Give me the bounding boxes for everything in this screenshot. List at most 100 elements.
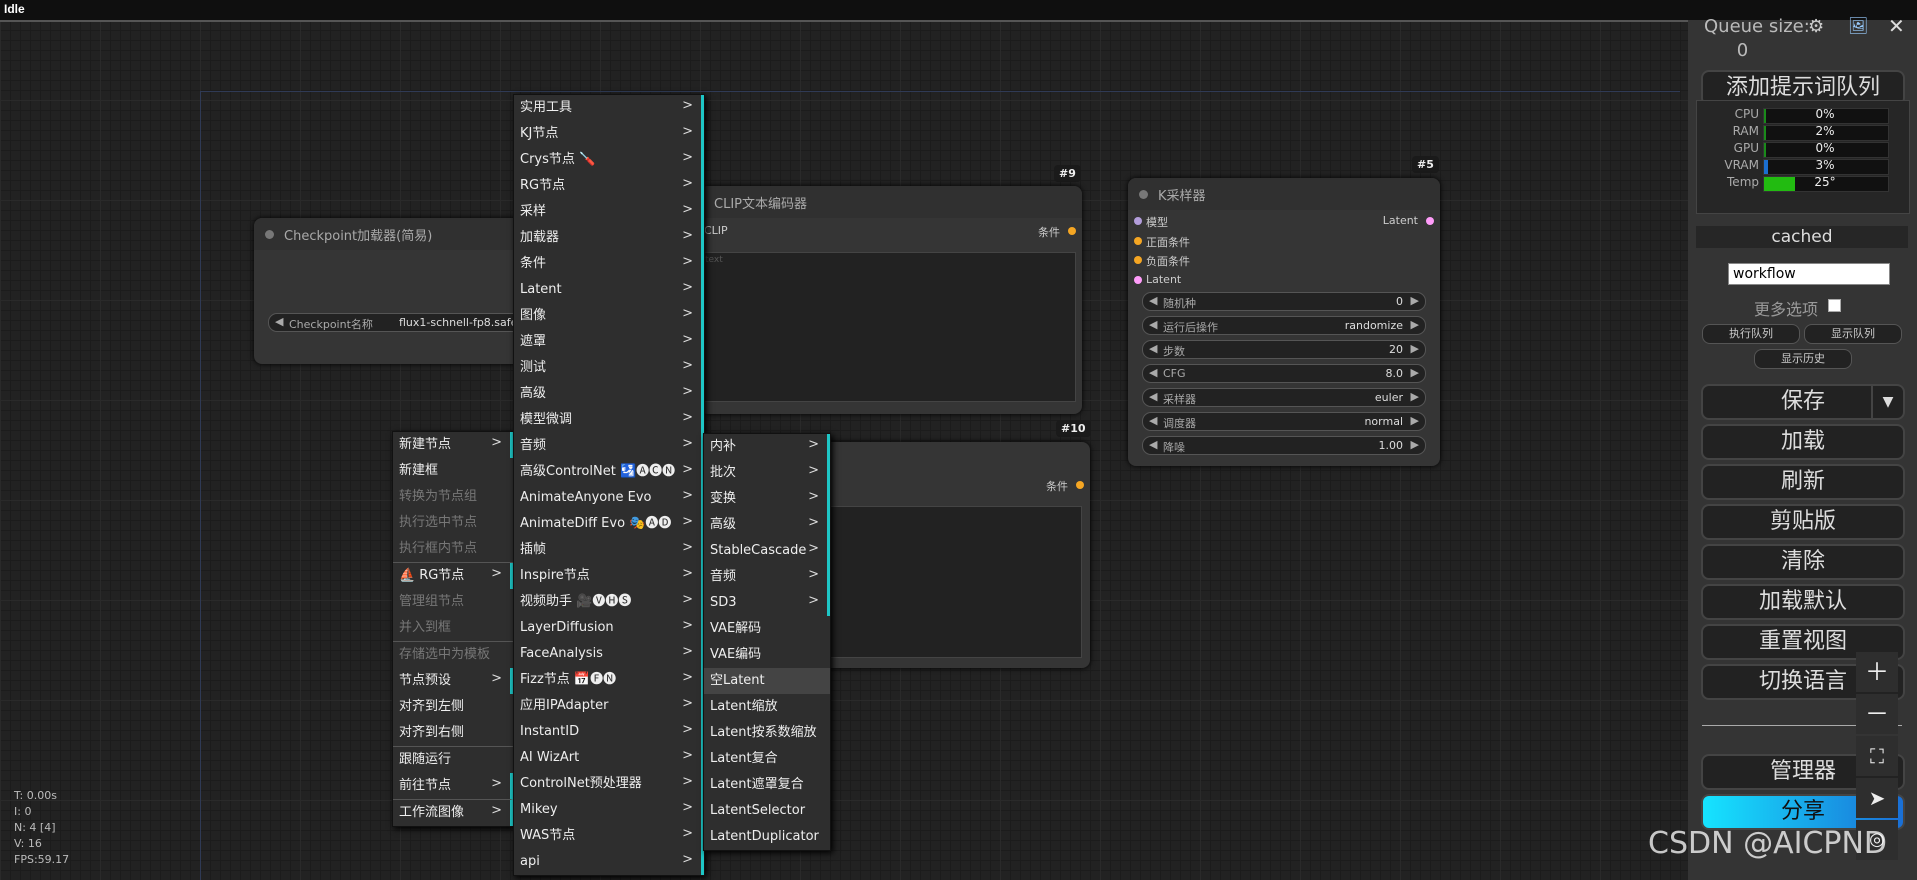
node-header[interactable]: Checkpoint加载器(简易) <box>254 218 524 250</box>
arrow-right-icon[interactable]: ▶ <box>1411 438 1419 451</box>
latent-node-item[interactable]: Latent按系数缩放 <box>704 720 830 746</box>
denoise-widget[interactable]: ◀ 降噪 1.00 ▶ <box>1142 436 1426 455</box>
arrow-right-icon[interactable]: ▶ <box>1411 318 1419 331</box>
node-category-item[interactable]: Latent > <box>514 277 704 303</box>
latent-node-item[interactable]: StableCascade > <box>704 538 830 564</box>
checkpoint-name-widget[interactable]: ◀ Checkpoint名称 flux1-schnell-fp8.safe <box>268 313 524 332</box>
show-queue-button[interactable]: 显示队列 <box>1804 324 1902 344</box>
context-menu-item[interactable]: 新建框 <box>393 458 513 484</box>
node-category-item[interactable]: KJ节点 > <box>514 121 704 147</box>
steps-widget[interactable]: ◀ 步数 20 ▶ <box>1142 340 1426 359</box>
latent-node-item[interactable]: 高级 > <box>704 512 830 538</box>
latent-node-item[interactable]: 音频 > <box>704 564 830 590</box>
context-menu-item[interactable]: 前往节点 > <box>393 773 513 800</box>
checkpoint-loader-node[interactable]: Checkpoint加载器(简易) ◀ Checkpoint名称 flux1-s… <box>254 218 524 364</box>
arrow-left-icon[interactable]: ◀ <box>1149 342 1157 355</box>
arrow-left-icon[interactable]: ◀ <box>1149 438 1157 451</box>
refresh-button[interactable]: 刷新 <box>1701 464 1905 500</box>
node-header[interactable]: CLIP文本编码器 <box>700 186 1082 218</box>
latent-node-item[interactable]: VAE解码 <box>704 616 830 642</box>
node-category-item[interactable]: 视频助手 🎥🅥🅗🅢 > <box>514 589 704 615</box>
latent-node-item[interactable]: Latent复合 <box>704 746 830 772</box>
arrow-left-icon[interactable]: ◀ <box>1149 414 1157 427</box>
node-header[interactable]: K采样器 <box>1128 178 1440 210</box>
arrow-right-icon[interactable]: ▶ <box>1411 342 1419 355</box>
node-category-item[interactable]: LayerDiffusion > <box>514 615 704 641</box>
save-button[interactable]: 保存 ▼ <box>1701 384 1905 420</box>
gear-icon[interactable]: ⚙ <box>1808 16 1824 37</box>
output-slot[interactable] <box>1068 227 1076 235</box>
node-category-item[interactable]: AnimateDiff Evo 🎭🅐🅓 > <box>514 511 704 537</box>
node-category-item[interactable]: 插帧 > <box>514 537 704 563</box>
node-collapse-dot[interactable] <box>265 230 274 239</box>
prompt-textarea[interactable]: text <box>702 252 1076 402</box>
node-category-item[interactable]: 模型微调 > <box>514 407 704 433</box>
node-category-item[interactable]: api > <box>514 849 704 875</box>
run-queue-button[interactable]: 执行队列 <box>1702 324 1800 344</box>
latent-node-item[interactable]: LatentDuplicator <box>704 824 830 850</box>
arrow-right-icon[interactable]: ▶ <box>1411 414 1419 427</box>
arrow-right-icon[interactable]: ▶ <box>1411 366 1419 379</box>
latent-node-item[interactable]: 批次 > <box>704 460 830 486</box>
chevron-down-icon[interactable]: ▼ <box>1871 386 1903 418</box>
node-category-item[interactable]: WAS节点 > <box>514 823 704 849</box>
arrow-right-icon[interactable]: ▶ <box>1411 294 1419 307</box>
arrow-left-icon[interactable]: ◀ <box>1149 318 1157 331</box>
arrow-left-icon[interactable]: ◀ <box>275 315 283 328</box>
context-menu-item[interactable]: 对齐到左侧 <box>393 694 513 720</box>
clear-button[interactable]: 清除 <box>1701 544 1905 580</box>
latent-node-item[interactable]: 空Latent <box>704 668 830 694</box>
graph-canvas[interactable] <box>0 0 1917 880</box>
node-category-item[interactable]: 高级 > <box>514 381 704 407</box>
node-category-item[interactable]: AI WizArt > <box>514 745 704 771</box>
arrow-left-icon[interactable]: ◀ <box>1149 294 1157 307</box>
show-history-button[interactable]: 显示历史 <box>1754 349 1852 369</box>
node-category-item[interactable]: Mikey > <box>514 797 704 823</box>
output-slot[interactable] <box>1076 481 1084 489</box>
image-icon[interactable]: 🖼 <box>1848 16 1868 35</box>
zoom-out-icon[interactable]: － <box>1856 694 1898 734</box>
node-category-item[interactable]: AnimateAnyone Evo > <box>514 485 704 511</box>
context-menu-item[interactable]: 节点预设 > <box>393 668 513 694</box>
clip-text-encode-node[interactable]: CLIP文本编码器 CLIP 条件 text <box>700 186 1082 414</box>
node-category-item[interactable]: InstantID > <box>514 719 704 745</box>
node-category-item[interactable]: 测试 > <box>514 355 704 381</box>
node-collapse-dot[interactable] <box>1139 190 1148 199</box>
node-category-item[interactable]: 高级ControlNet 🛂🅐🅒🅝 > <box>514 459 704 485</box>
positive-input-slot[interactable] <box>1134 237 1142 245</box>
ksampler-node[interactable]: K采样器 模型 正面条件 负面条件 Latent Latent ◀ 随机种 0 ▶ ◀… <box>1128 178 1440 466</box>
latent-node-item[interactable]: 内补 > <box>704 434 830 460</box>
sampler-widget[interactable]: ◀ 采样器 euler ▶ <box>1142 388 1426 407</box>
arrow-left-icon[interactable]: ◀ <box>1149 390 1157 403</box>
node-category-item[interactable]: FaceAnalysis > <box>514 641 704 667</box>
node-category-item[interactable]: Inspire节点 > <box>514 563 704 589</box>
negative-input-slot[interactable] <box>1134 256 1142 264</box>
latent-node-item[interactable]: Latent缩放 <box>704 694 830 720</box>
node-category-item[interactable]: Fizz节点 📅🅕🅝 > <box>514 667 704 693</box>
context-menu-item[interactable]: 跟随运行 <box>393 747 513 773</box>
node-category-item[interactable]: 音频 > <box>514 433 704 459</box>
context-menu-item[interactable]: 工作流图像 > <box>393 800 513 826</box>
context-menu-item[interactable]: ⛵ RG节点 > <box>393 563 513 589</box>
context-menu-item[interactable]: 新建节点 > <box>393 432 513 458</box>
latent-output-slot[interactable] <box>1426 217 1434 225</box>
workflow-input[interactable]: workflow <box>1728 263 1890 285</box>
node-category-item[interactable]: 遮罩 > <box>514 329 704 355</box>
fit-view-icon[interactable]: ⛶ <box>1856 736 1898 776</box>
latent-node-item[interactable]: SD3 > <box>704 590 830 616</box>
cfg-widget[interactable]: ◀ CFG 8.0 ▶ <box>1142 364 1426 383</box>
model-input-slot[interactable] <box>1134 217 1142 225</box>
node-category-item[interactable]: 采样 > <box>514 199 704 225</box>
node-category-item[interactable]: Crys节点 🪛 > <box>514 147 704 173</box>
close-icon[interactable]: ✕ <box>1888 14 1905 38</box>
seed-widget[interactable]: ◀ 随机种 0 ▶ <box>1142 292 1426 311</box>
node-category-item[interactable]: ControlNet预处理器 > <box>514 771 704 797</box>
load-button[interactable]: 加载 <box>1701 424 1905 460</box>
send-icon[interactable]: ➤ <box>1856 778 1898 818</box>
more-options-checkbox[interactable] <box>1828 299 1841 312</box>
node-category-item[interactable]: 条件 > <box>514 251 704 277</box>
latent-node-item[interactable]: Latent遮罩复合 <box>704 772 830 798</box>
node-category-item[interactable]: 图像 > <box>514 303 704 329</box>
latent-node-item[interactable]: LatentSelector <box>704 798 830 824</box>
node-category-item[interactable]: 实用工具 > <box>514 95 704 121</box>
